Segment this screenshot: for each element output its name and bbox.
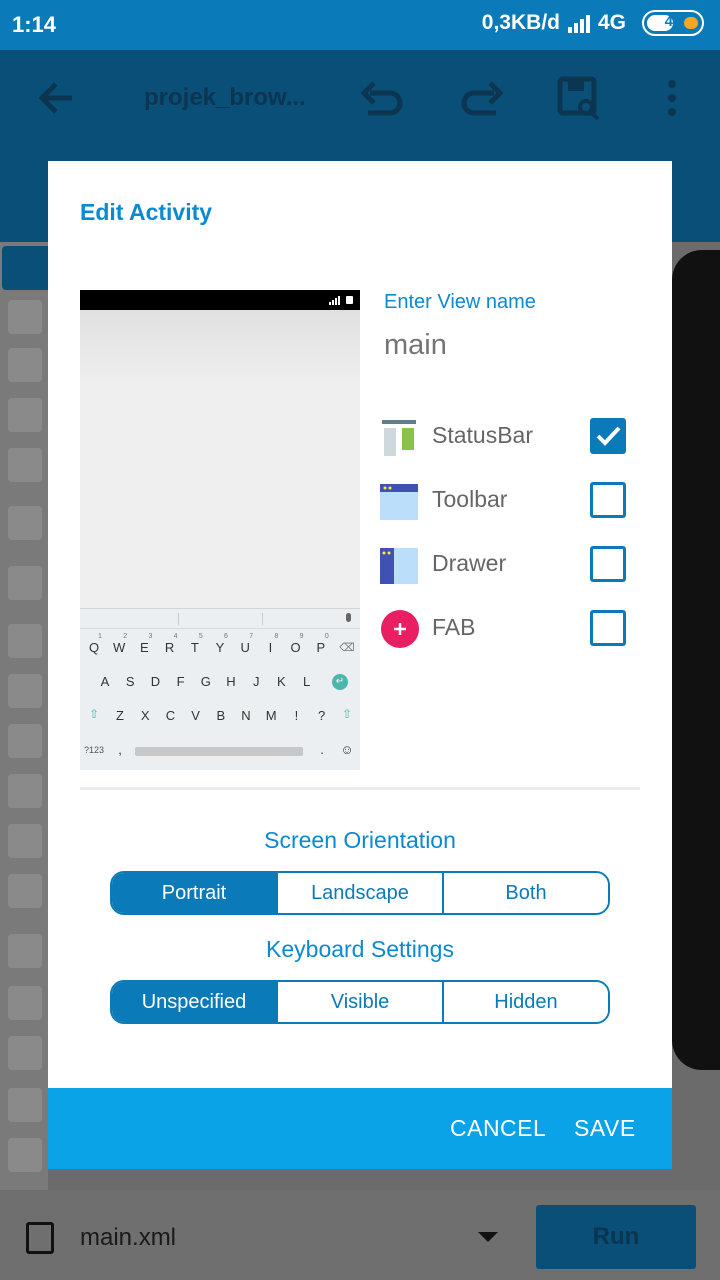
option-label: Toolbar bbox=[432, 486, 508, 512]
keyboard-key: A bbox=[100, 674, 110, 689]
option-statusbar[interactable]: StatusBar bbox=[378, 412, 648, 460]
battery-icon: 43 bbox=[642, 10, 704, 36]
keyboard-key: L bbox=[302, 674, 311, 689]
save-icon[interactable] bbox=[556, 75, 602, 121]
run-button[interactable]: Run bbox=[536, 1205, 696, 1269]
project-title: projek_brow... bbox=[144, 84, 306, 111]
keyboard-key: ! bbox=[294, 708, 299, 723]
activity-preview: Q 1 W 2 E 3 R 4 T 5 Y 6 U 7 I 8 O 9 P 0 ⌫ A S D F G H J K L ↵ ⇧ Z X C V B N… bbox=[80, 290, 360, 770]
file-icon bbox=[26, 1222, 54, 1254]
keyboard-key: S bbox=[125, 674, 135, 689]
battery-level: 43 bbox=[664, 13, 682, 30]
system-status-bar: 1:14 0,3KB/d 4G 43 bbox=[0, 0, 720, 50]
dialog-actions: CANCEL SAVE bbox=[48, 1088, 672, 1169]
keyboard-key: Z bbox=[116, 708, 124, 723]
statusbar-icon bbox=[382, 420, 416, 456]
option-drawer[interactable]: Drawer bbox=[378, 540, 648, 588]
status-indicators: 0,3KB/d 4G 43 bbox=[482, 10, 704, 36]
check-icon bbox=[596, 426, 621, 446]
keyboard-key-hint: 4 bbox=[173, 633, 178, 640]
file-selector[interactable]: main.xml bbox=[80, 1224, 176, 1252]
keyboard-key: K bbox=[277, 674, 286, 689]
cancel-button[interactable]: CANCEL bbox=[450, 1115, 546, 1142]
divider bbox=[80, 787, 640, 790]
keyboard-visible[interactable]: Visible bbox=[278, 982, 444, 1022]
widget-palette bbox=[0, 242, 48, 1190]
keyboard-unspecified[interactable]: Unspecified bbox=[112, 982, 278, 1022]
clock: 1:14 bbox=[12, 12, 57, 37]
keyboard-key: J bbox=[252, 674, 260, 689]
design-phone-frame bbox=[672, 250, 720, 1070]
orientation-portrait[interactable]: Portrait bbox=[112, 873, 278, 913]
keyboard-settings-title: Keyboard Settings bbox=[266, 936, 454, 962]
screen-orientation-toggle: Portrait Landscape Both bbox=[110, 871, 610, 915]
option-toolbar[interactable]: Toolbar bbox=[378, 476, 648, 524]
keyboard-key: F bbox=[176, 674, 185, 689]
keyboard-key: X bbox=[140, 708, 150, 723]
keyboard-period-key: . bbox=[320, 742, 324, 757]
signal-icon bbox=[567, 13, 590, 33]
network-type: 4G bbox=[597, 11, 626, 34]
keyboard-key-hint: 0 bbox=[324, 633, 329, 640]
keyboard-symbols-key: ?123 bbox=[84, 745, 105, 755]
keyboard-hidden[interactable]: Hidden bbox=[444, 982, 608, 1022]
network-speed: 0,3KB/d bbox=[481, 11, 560, 34]
more-vert-icon[interactable] bbox=[664, 75, 680, 121]
keyboard-key-hint: 6 bbox=[224, 633, 228, 640]
keyboard-key-hint: 2 bbox=[123, 633, 128, 640]
keyboard-key: G bbox=[200, 674, 211, 689]
preview-signal-icon bbox=[329, 296, 340, 305]
keyboard-space-key bbox=[135, 747, 303, 756]
orientation-both[interactable]: Both bbox=[444, 873, 608, 913]
save-button[interactable]: SAVE bbox=[574, 1115, 636, 1142]
view-name-input[interactable] bbox=[384, 329, 634, 362]
undo-icon[interactable] bbox=[360, 75, 406, 121]
keyboard-key-hint: 7 bbox=[249, 633, 254, 640]
drawer-checkbox[interactable] bbox=[590, 546, 626, 582]
keyboard-key-hint: 5 bbox=[198, 633, 203, 640]
keyboard-key-hint: 1 bbox=[98, 633, 102, 640]
orientation-landscape[interactable]: Landscape bbox=[278, 873, 444, 913]
keyboard-key: D bbox=[150, 674, 161, 689]
preview-status-bar bbox=[80, 290, 360, 310]
keyboard-key: B bbox=[216, 708, 226, 723]
option-label: Drawer bbox=[432, 550, 507, 576]
dropdown-arrow-icon[interactable] bbox=[478, 1232, 498, 1242]
edit-activity-dialog: Edit Activity Q 1 W 2 E 3 R 4 T 5 Y 6 U 7 I 8 O 9 P 0 ⌫ ASDF… bbox=[48, 161, 672, 1169]
mic-icon bbox=[346, 613, 351, 622]
option-label: StatusBar bbox=[432, 422, 533, 448]
keyboard-key-hint: 9 bbox=[299, 633, 304, 640]
fab-icon bbox=[381, 610, 419, 648]
keyboard-key-hint: 8 bbox=[274, 633, 279, 640]
toolbar-icon bbox=[380, 484, 418, 520]
keyboard-key: ? bbox=[317, 708, 326, 723]
keyboard-key: H bbox=[226, 674, 236, 689]
keyboard-settings-toggle: Unspecified Visible Hidden bbox=[110, 980, 610, 1024]
toolbar-checkbox[interactable] bbox=[590, 482, 626, 518]
drawer-icon bbox=[380, 548, 418, 584]
keyboard-key: N bbox=[241, 708, 251, 723]
option-label: FAB bbox=[432, 614, 476, 640]
backspace-icon: ⌫ bbox=[339, 642, 355, 654]
preview-lock-icon bbox=[346, 296, 353, 304]
redo-icon[interactable] bbox=[458, 75, 504, 121]
emoji-icon: ☺ bbox=[340, 742, 354, 757]
option-fab[interactable]: FAB bbox=[378, 604, 648, 652]
fab-checkbox[interactable] bbox=[590, 610, 626, 646]
preview-keyboard: Q 1 W 2 E 3 R 4 T 5 Y 6 U 7 I 8 O 9 P 0 ⌫ A S D F G H J K L ↵ ⇧ Z X C V B N… bbox=[80, 608, 360, 770]
dialog-title: Edit Activity bbox=[80, 199, 213, 225]
shift-icon: ⇧ bbox=[341, 707, 353, 721]
screen-orientation-title: Screen Orientation bbox=[264, 827, 456, 853]
enter-icon: ↵ bbox=[332, 674, 348, 690]
keyboard-key: V bbox=[191, 708, 200, 723]
shift-icon: ⇧ bbox=[88, 707, 100, 721]
keyboard-key: C bbox=[165, 708, 176, 723]
statusbar-checkbox[interactable] bbox=[590, 418, 626, 454]
keyboard-comma-key: , bbox=[118, 742, 122, 757]
keyboard-key-hint: 3 bbox=[148, 633, 153, 640]
view-name-label: Enter View name bbox=[384, 291, 536, 313]
back-arrow-icon[interactable] bbox=[38, 75, 74, 121]
keyboard-key: M bbox=[265, 708, 277, 723]
